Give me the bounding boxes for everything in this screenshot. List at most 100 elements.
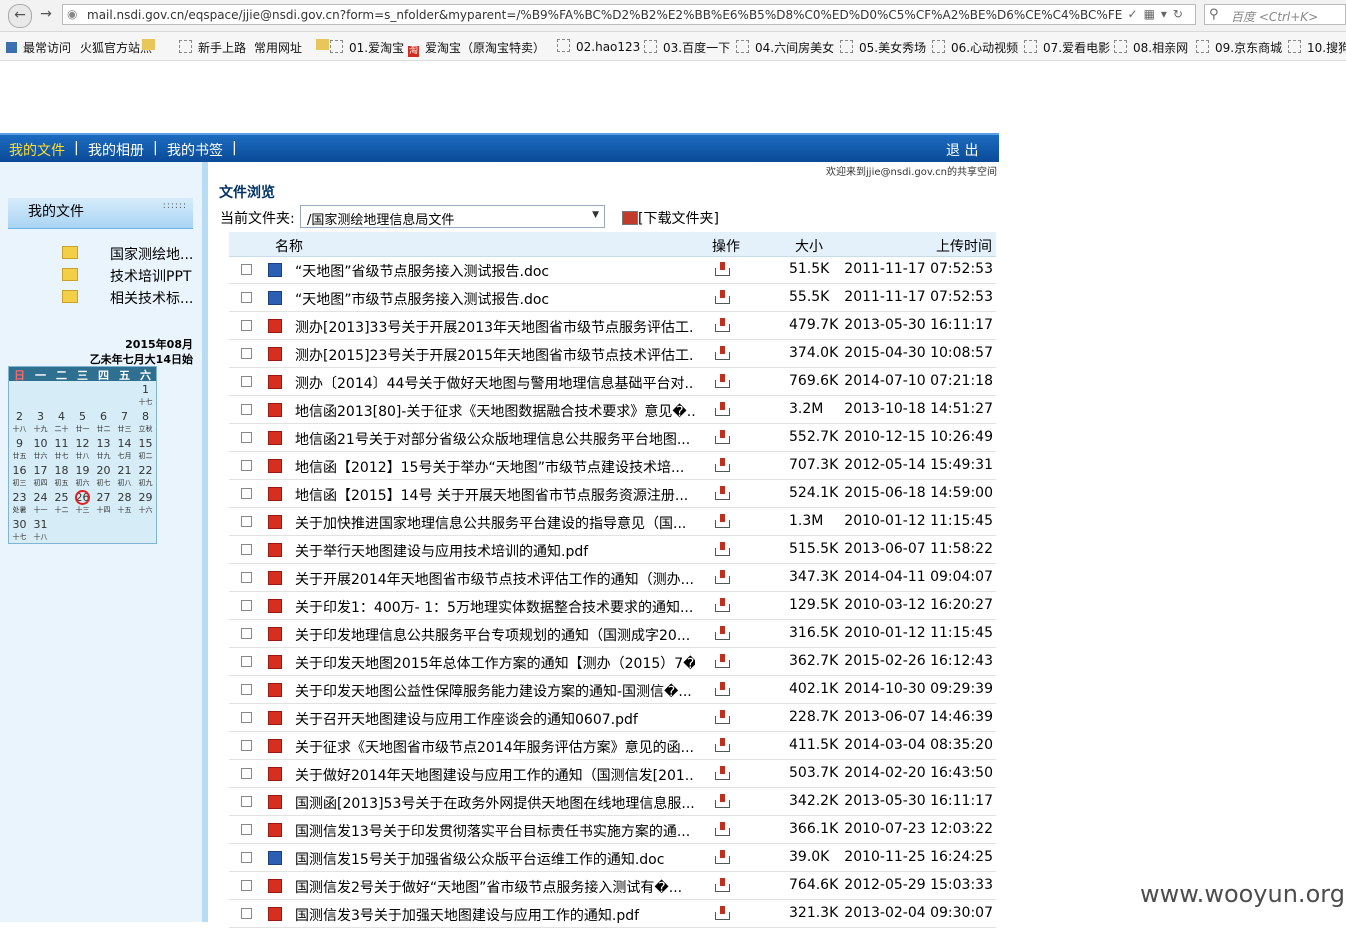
row-checkbox[interactable] xyxy=(241,908,252,919)
calendar-day[interactable]: 9 xyxy=(9,437,30,450)
calendar-day[interactable]: 6 xyxy=(93,410,114,423)
row-checkbox[interactable] xyxy=(241,600,252,611)
row-checkbox[interactable] xyxy=(241,320,252,331)
calendar-day[interactable]: 24 xyxy=(30,491,51,504)
bookmark-item[interactable]: 10.搜狗 xyxy=(1288,39,1346,56)
download-icon[interactable] xyxy=(715,626,730,640)
calendar-day[interactable]: 29 xyxy=(135,491,156,504)
row-checkbox[interactable] xyxy=(241,516,252,527)
row-checkbox[interactable] xyxy=(241,544,252,555)
download-icon[interactable] xyxy=(715,486,730,500)
file-name-link[interactable]: 地信函【2012】15号关于举办“天地图”市级节点建设技术培... xyxy=(295,457,695,477)
bookmark-item[interactable]: 最常访问 xyxy=(6,39,71,56)
download-icon[interactable] xyxy=(715,262,730,276)
calendar-day[interactable]: 13 xyxy=(93,437,114,450)
download-icon[interactable] xyxy=(715,654,730,668)
download-icon[interactable] xyxy=(715,542,730,556)
bookmark-item[interactable]: 03.百度一下 xyxy=(644,39,730,56)
grip-icon[interactable]: :::::: xyxy=(163,201,187,211)
col-name[interactable]: 名称 xyxy=(275,236,303,256)
back-button[interactable]: ← xyxy=(8,4,32,28)
calendar-day[interactable]: 1 xyxy=(135,383,156,396)
download-icon[interactable] xyxy=(715,430,730,444)
address-tools-icons[interactable]: ✓▦▾↻ xyxy=(1128,7,1189,21)
nav-my-bookmarks[interactable]: 我的书签 xyxy=(167,140,223,160)
download-icon[interactable] xyxy=(715,878,730,892)
row-checkbox[interactable] xyxy=(241,292,252,303)
col-size[interactable]: 大小 xyxy=(795,236,823,256)
row-checkbox[interactable] xyxy=(241,264,252,275)
calendar-day[interactable]: 2 xyxy=(9,410,30,423)
row-checkbox[interactable] xyxy=(241,628,252,639)
calendar-day[interactable]: 20 xyxy=(93,464,114,477)
row-checkbox[interactable] xyxy=(241,824,252,835)
file-name-link[interactable]: 关于印发天地图2015年总体工作方案的通知【测办（2015）7�... xyxy=(295,653,695,673)
calendar-day[interactable]: 19 xyxy=(72,464,93,477)
address-bar[interactable]: ◉ mail.nsdi.gov.cn/eqspace/jjie@nsdi.gov… xyxy=(62,4,1196,25)
calendar-day[interactable]: 5 xyxy=(72,410,93,423)
calendar-day[interactable]: 14 xyxy=(114,437,135,450)
calendar-day[interactable]: 4 xyxy=(51,410,72,423)
row-checkbox[interactable] xyxy=(241,432,252,443)
row-checkbox[interactable] xyxy=(241,852,252,863)
file-name-link[interactable]: 国测信发13号关于印发贯彻落实平台目标责任书实施方案的通... xyxy=(295,821,695,841)
sidebar-folder[interactable]: 国家测绘地... xyxy=(62,244,193,264)
folder-select[interactable]: /国家测绘地理信息局文件 ▼ xyxy=(300,205,605,228)
download-icon[interactable] xyxy=(715,598,730,612)
calendar-day[interactable]: 3 xyxy=(30,410,51,423)
row-checkbox[interactable] xyxy=(241,684,252,695)
row-checkbox[interactable] xyxy=(241,712,252,723)
download-icon[interactable] xyxy=(715,850,730,864)
file-name-link[interactable]: 关于印发地理信息公共服务平台专项规划的通知（国测成字20... xyxy=(295,625,695,645)
file-name-link[interactable]: 测办[2015]23号关于开展2015年天地图省市级节点技术评估工... xyxy=(295,345,695,365)
file-name-link[interactable]: 地信函21号关于对部分省级公众版地理信息公共服务平台地图... xyxy=(295,429,695,449)
file-name-link[interactable]: 关于开展2014年天地图省市级节点技术评估工作的通知（测办... xyxy=(295,569,695,589)
row-checkbox[interactable] xyxy=(241,740,252,751)
calendar-day[interactable]: 18 xyxy=(51,464,72,477)
calendar-day[interactable]: 11 xyxy=(51,437,72,450)
bookmark-item[interactable]: 火狐官方站点 xyxy=(80,39,155,56)
file-name-link[interactable]: 国测信发2号关于做好“天地图”省市级节点服务接入测试有�... xyxy=(295,877,695,897)
download-icon[interactable] xyxy=(715,822,730,836)
bookmark-item[interactable]: 05.美女秀场 xyxy=(840,39,926,56)
file-name-link[interactable]: 关于做好2014年天地图建设与应用工作的通知（国测信发[201... xyxy=(295,765,695,785)
calendar-day[interactable]: 16 xyxy=(9,464,30,477)
file-name-link[interactable]: 关于举行天地图建设与应用技术培训的通知.pdf xyxy=(295,541,695,561)
download-icon[interactable] xyxy=(715,794,730,808)
file-name-link[interactable]: “天地图”市级节点服务接入测试报告.doc xyxy=(295,289,695,309)
download-folder-button[interactable]: [下载文件夹] xyxy=(622,208,719,228)
calendar-day[interactable]: 7 xyxy=(114,410,135,423)
calendar-day[interactable]: 31 xyxy=(30,518,51,531)
file-name-link[interactable]: 测办〔2014〕44号关于做好天地图与警用地理信息基础平台对... xyxy=(295,373,695,393)
file-name-link[interactable]: “天地图”省级节点服务接入测试报告.doc xyxy=(295,261,695,281)
nav-my-album[interactable]: 我的相册 xyxy=(88,140,144,160)
logout-link[interactable]: 退 出 xyxy=(946,140,978,160)
row-checkbox[interactable] xyxy=(241,880,252,891)
calendar-day[interactable]: 10 xyxy=(30,437,51,450)
bookmark-item[interactable]: 04.六间房美女 xyxy=(736,39,834,56)
download-icon[interactable] xyxy=(715,318,730,332)
search-box[interactable]: ⚲ 百度 <Ctrl+K> xyxy=(1204,4,1346,25)
download-icon[interactable] xyxy=(715,374,730,388)
row-checkbox[interactable] xyxy=(241,376,252,387)
sidebar-folder[interactable]: 相关技术标... xyxy=(62,288,193,308)
file-name-link[interactable]: 测办[2013]33号关于开展2013年天地图省市级节点服务评估工... xyxy=(295,317,695,337)
file-name-link[interactable]: 地信函【2015】14号 关于开展天地图省市节点服务资源注册... xyxy=(295,485,695,505)
bookmark-item[interactable]: 07.爱看电影 xyxy=(1024,39,1110,56)
calendar-day[interactable]: 8 xyxy=(135,410,156,423)
download-icon[interactable] xyxy=(715,766,730,780)
download-icon[interactable] xyxy=(715,682,730,696)
row-checkbox[interactable] xyxy=(241,768,252,779)
bookmark-item[interactable]: 新手上路 xyxy=(179,39,246,56)
download-icon[interactable] xyxy=(715,906,730,920)
col-uploaded[interactable]: 上传时间 xyxy=(936,236,992,256)
file-name-link[interactable]: 关于印发1：400万- 1：5万地理实体数据整合技术要求的通知... xyxy=(295,597,695,617)
calendar-day[interactable]: 21 xyxy=(114,464,135,477)
file-name-link[interactable]: 关于征求《天地图省市级节点2014年服务评估方案》意见的函... xyxy=(295,737,695,757)
calendar-day[interactable]: 30 xyxy=(9,518,30,531)
file-name-link[interactable]: 国测信发3号关于加强天地图建设与应用工作的通知.pdf xyxy=(295,905,695,925)
download-icon[interactable] xyxy=(715,402,730,416)
bookmark-item[interactable]: 06.心动视频 xyxy=(932,39,1018,56)
bookmark-item[interactable]: 02.hao123 xyxy=(557,39,640,54)
file-name-link[interactable]: 国测信发15号关于加强省级公众版平台运维工作的通知.doc xyxy=(295,849,695,869)
